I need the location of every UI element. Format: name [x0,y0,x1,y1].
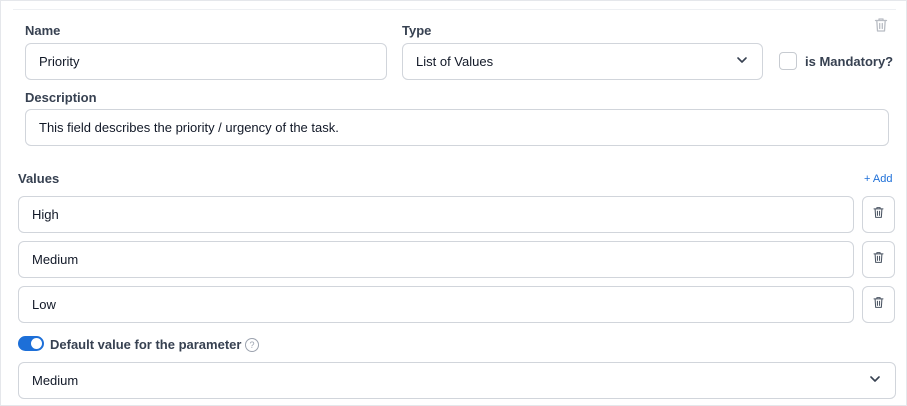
custom-field-card: Name Priority Type List of Values is Man… [0,0,907,406]
default-value-label: Default value for the parameter [50,337,242,352]
description-label: Description [25,90,97,105]
type-select-value: List of Values [416,54,494,69]
delete-field-icon[interactable] [874,17,888,38]
description-input[interactable]: This field describes the priority / urge… [25,109,889,146]
mandatory-checkbox[interactable] [779,52,797,70]
delete-value-button-low[interactable] [862,286,895,323]
chevron-down-icon [868,372,882,389]
chevron-down-icon [735,53,749,70]
type-label: Type [402,23,432,38]
question-circle-icon[interactable]: ? [245,338,259,352]
name-input[interactable]: Priority [25,43,387,80]
name-label: Name [25,23,61,38]
add-value-button[interactable]: + Add [864,173,892,185]
value-input-medium[interactable]: Medium [18,241,854,278]
delete-value-button-high[interactable] [862,196,895,233]
default-value-select[interactable]: Medium [18,362,896,399]
default-value-toggle[interactable] [18,336,44,351]
trash-icon [872,206,885,224]
type-select[interactable]: List of Values [402,43,763,80]
value-input-high[interactable]: High [18,196,854,233]
values-label: Values [18,171,60,186]
trash-icon [872,251,885,269]
default-value-selected: Medium [32,373,79,388]
trash-icon [872,296,885,314]
delete-value-button-medium[interactable] [862,241,895,278]
value-input-low[interactable]: Low [18,286,854,323]
toggle-knob [31,338,42,349]
divider [13,9,896,10]
mandatory-label: is Mandatory? [805,54,894,69]
